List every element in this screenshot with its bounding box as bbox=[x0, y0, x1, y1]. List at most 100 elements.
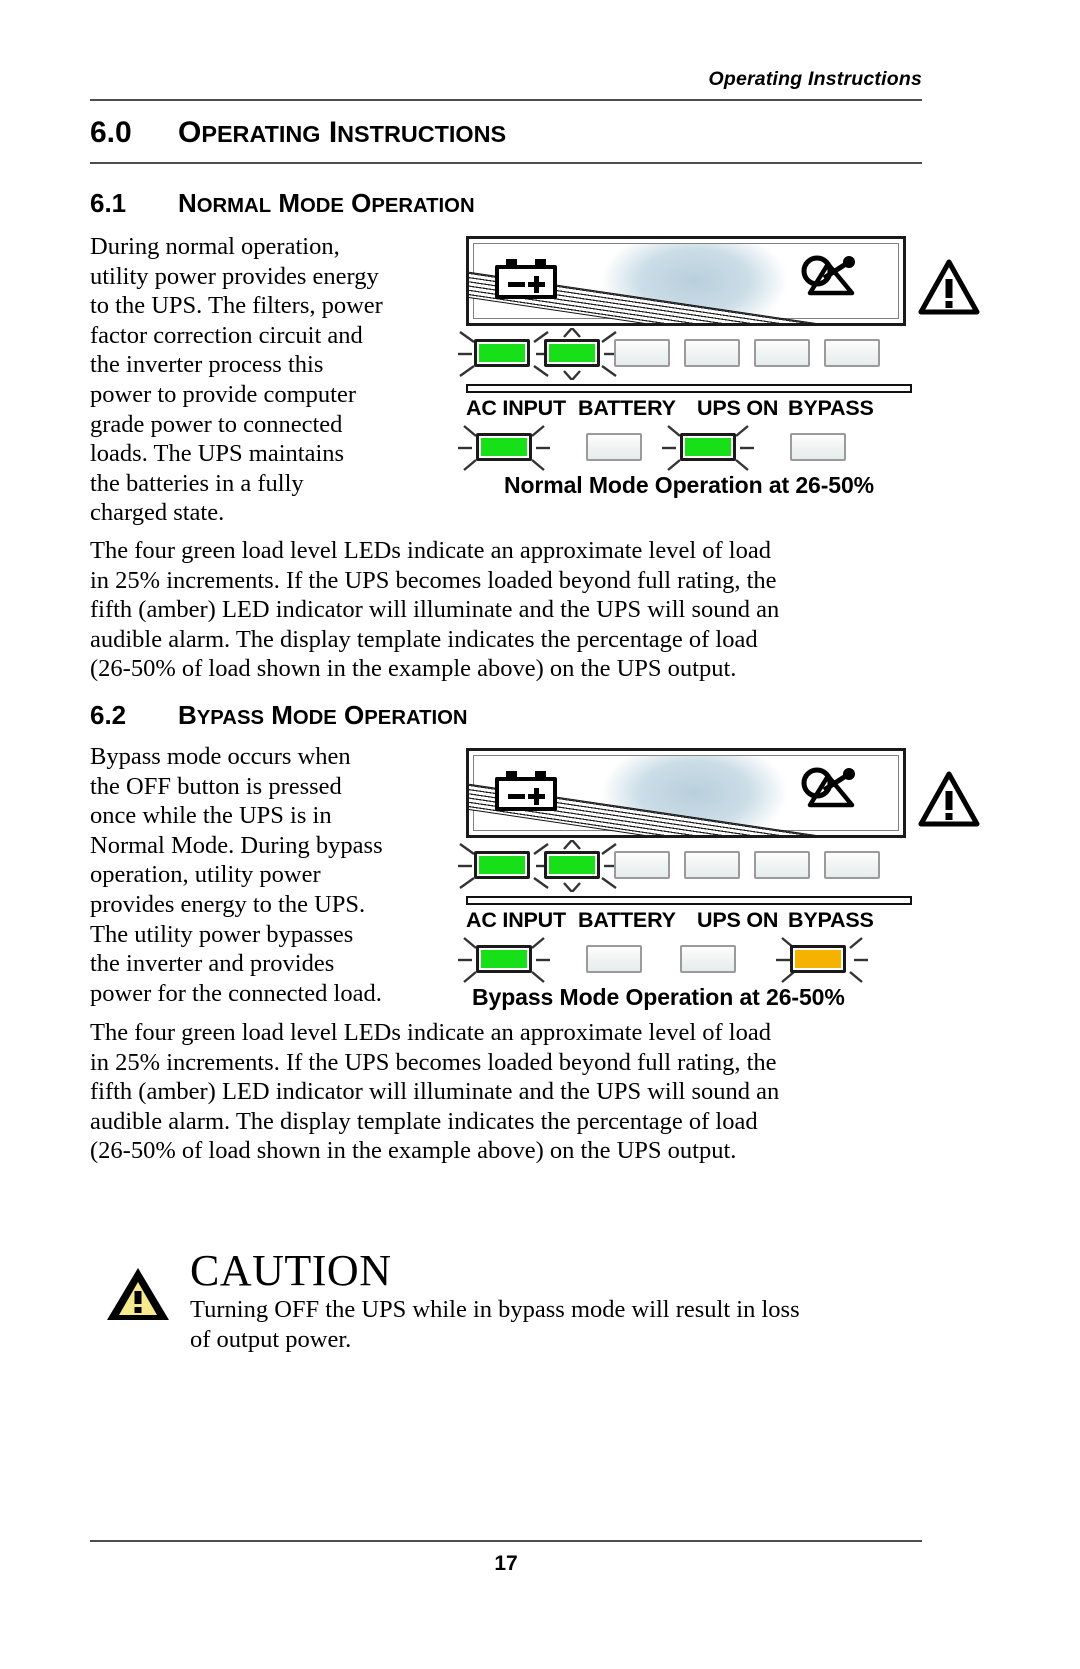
text-line: in 25% increments. If the UPS becomes lo… bbox=[90, 1048, 777, 1076]
load-level-led-row bbox=[458, 840, 912, 892]
page-number: 17 bbox=[494, 1552, 518, 1575]
status-led-ac-input bbox=[476, 433, 532, 461]
heading-6-2: 6.2 BYPASS MODE OPERATION bbox=[90, 700, 922, 734]
status-label-bar bbox=[466, 384, 912, 393]
text-line: utility power provides energy bbox=[90, 262, 379, 290]
load-level-icon bbox=[801, 767, 855, 808]
battery-plus-v bbox=[534, 788, 539, 805]
load-led-2 bbox=[544, 339, 600, 367]
paragraph-bypass-intro: Bypass mode occurs when the OFF button i… bbox=[90, 742, 440, 1008]
load-led-1 bbox=[474, 851, 530, 879]
warning-triangle-icon bbox=[918, 259, 980, 315]
load-led-5 bbox=[754, 339, 810, 367]
status-led-ups-on bbox=[680, 433, 736, 461]
text-line: Turning OFF the UPS while in bypass mode… bbox=[190, 1296, 800, 1323]
text-line: (26-50% of load shown in the example abo… bbox=[90, 1137, 737, 1165]
status-led-bypass bbox=[790, 945, 846, 973]
heading-6-2-title: BYPASS MODE OPERATION bbox=[178, 700, 468, 730]
heading-6-0-rule bbox=[90, 162, 922, 164]
caution-title: CAUTION bbox=[190, 1246, 392, 1295]
status-led-ups-on bbox=[680, 945, 736, 973]
text-line: to the UPS. The filters, power bbox=[90, 292, 383, 320]
label-ac-input: AC INPUT bbox=[466, 908, 566, 932]
load-level-icon bbox=[801, 255, 855, 296]
text-line: fifth (amber) LED indicator will illumin… bbox=[90, 1078, 780, 1106]
text-line: The four green load level LEDs indicate … bbox=[90, 537, 771, 564]
status-label-bar bbox=[466, 896, 912, 905]
text-line: charged state. bbox=[90, 499, 225, 527]
text-line: The four green load level LEDs indicate … bbox=[90, 1019, 771, 1046]
text-line: the inverter process this bbox=[90, 351, 324, 379]
text-line: audible alarm. The display template indi… bbox=[90, 625, 758, 653]
caution-text: Turning OFF the UPS while in bypass mode… bbox=[190, 1295, 936, 1354]
header-rule bbox=[90, 99, 922, 101]
text-line: in 25% increments. If the UPS becomes lo… bbox=[90, 566, 777, 594]
footer-rule bbox=[90, 1540, 922, 1542]
text-line: Normal Mode. During bypass bbox=[90, 831, 383, 859]
text-line: the OFF button is pressed bbox=[90, 772, 342, 800]
paragraph-normal-intro: During normal operation, utility power p… bbox=[90, 232, 440, 528]
label-battery: BATTERY bbox=[578, 908, 676, 932]
text-line: provides energy to the UPS. bbox=[90, 890, 366, 918]
paragraph-led-note-1: The four green load level LEDs indicate … bbox=[90, 536, 928, 684]
text-line: The utility power bypasses bbox=[90, 920, 354, 948]
text-line: power to provide computer bbox=[90, 380, 357, 408]
figure-caption-bypass-mode: Bypass Mode Operation at 26-50% bbox=[472, 984, 845, 1010]
status-led-row bbox=[458, 937, 912, 983]
battery-minus bbox=[508, 794, 525, 799]
label-ups-on: UPS ON bbox=[697, 396, 779, 420]
text-line: power for the connected load. bbox=[90, 979, 382, 1007]
load-led-5 bbox=[754, 851, 810, 879]
load-level-led-row bbox=[458, 328, 912, 380]
label-ac-input: AC INPUT bbox=[466, 396, 566, 420]
running-header: Operating Instructions bbox=[708, 68, 922, 90]
heading-6-0: 6.0 OPERATING INSTRUCTIONS bbox=[90, 116, 922, 158]
text-line: once while the UPS is in bbox=[90, 802, 332, 830]
label-bypass: BYPASS bbox=[788, 396, 874, 420]
heading-6-1-title: NORMAL MODE OPERATION bbox=[178, 188, 475, 218]
text-line: audible alarm. The display template indi… bbox=[90, 1107, 758, 1135]
battery-plus-v bbox=[534, 276, 539, 293]
heading-6-2-number: 6.2 bbox=[90, 700, 127, 730]
load-led-3 bbox=[614, 339, 670, 367]
figure-caption-normal-mode: Normal Mode Operation at 26-50% bbox=[503, 472, 875, 498]
text-line: the batteries in a fully bbox=[90, 469, 304, 497]
label-bypass: BYPASS bbox=[788, 908, 874, 932]
battery-minus bbox=[508, 282, 525, 287]
text-line: (26-50% of load shown in the example abo… bbox=[90, 655, 737, 683]
status-led-battery bbox=[586, 945, 642, 973]
text-line: grade power to connected bbox=[90, 410, 343, 438]
figure-normal-mode-panel: AC INPUT BATTERY UPS ON BYPASS Normal Mo… bbox=[458, 236, 980, 499]
document-page: Operating Instructions 6.0 OPERATING INS… bbox=[0, 0, 1080, 1669]
battery-icon bbox=[495, 259, 557, 299]
load-led-4 bbox=[684, 339, 740, 367]
heading-6-1-number: 6.1 bbox=[90, 188, 127, 218]
status-led-bypass bbox=[790, 433, 846, 461]
ups-display-window bbox=[466, 236, 906, 326]
load-led-2 bbox=[544, 851, 600, 879]
load-led-6 bbox=[824, 339, 880, 367]
battery-icon bbox=[495, 771, 557, 811]
label-ups-on: UPS ON bbox=[697, 908, 779, 932]
status-labels-row: AC INPUT BATTERY UPS ON BYPASS bbox=[466, 396, 912, 422]
load-led-1 bbox=[474, 339, 530, 367]
load-led-4 bbox=[684, 851, 740, 879]
text-line: of output power. bbox=[190, 1325, 352, 1353]
text-line: factor correction circuit and bbox=[90, 321, 363, 349]
load-led-6 bbox=[824, 851, 880, 879]
figure-bypass-mode-panel: AC INPUT BATTERY UPS ON BYPASS Bypass Mo… bbox=[458, 748, 980, 1011]
heading-6-0-number: 6.0 bbox=[90, 116, 132, 149]
warning-triangle-icon bbox=[918, 771, 980, 827]
text-line: fifth (amber) LED indicator will illumin… bbox=[90, 596, 780, 624]
text-line: Bypass mode occurs when bbox=[90, 743, 351, 770]
caution-triangle-icon bbox=[107, 1268, 169, 1320]
text-line: During normal operation, bbox=[90, 233, 340, 260]
text-line: operation, utility power bbox=[90, 861, 321, 889]
heading-6-0-title: OPERATING INSTRUCTIONS bbox=[178, 116, 507, 149]
status-led-battery bbox=[586, 433, 642, 461]
ups-display-window bbox=[466, 748, 906, 838]
paragraph-led-note-2: The four green load level LEDs indicate … bbox=[90, 1018, 928, 1166]
text-line: loads. The UPS maintains bbox=[90, 440, 345, 468]
label-battery: BATTERY bbox=[578, 396, 676, 420]
load-led-3 bbox=[614, 851, 670, 879]
